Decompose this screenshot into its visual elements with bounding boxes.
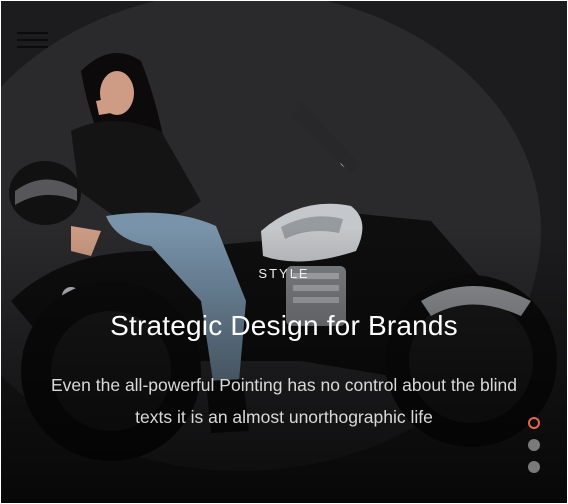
pagination-dot-3[interactable]	[528, 461, 540, 473]
menu-bar-bottom	[17, 46, 48, 48]
hamburger-menu-icon[interactable]	[17, 32, 48, 50]
menu-bar-top	[17, 32, 48, 34]
slide-headline: Strategic Design for Brands	[110, 310, 458, 341]
slide-description: Even the all-powerful Pointing has no co…	[51, 375, 517, 427]
pagination-dot-2[interactable]	[528, 439, 540, 451]
slider-pagination	[528, 417, 542, 483]
hero-slider: STYLE Strategic Design for Brands Even t…	[1, 1, 567, 503]
slide-eyebrow: STYLE	[258, 266, 310, 281]
menu-bar-middle	[17, 39, 48, 41]
pagination-dot-1[interactable]	[528, 417, 540, 429]
